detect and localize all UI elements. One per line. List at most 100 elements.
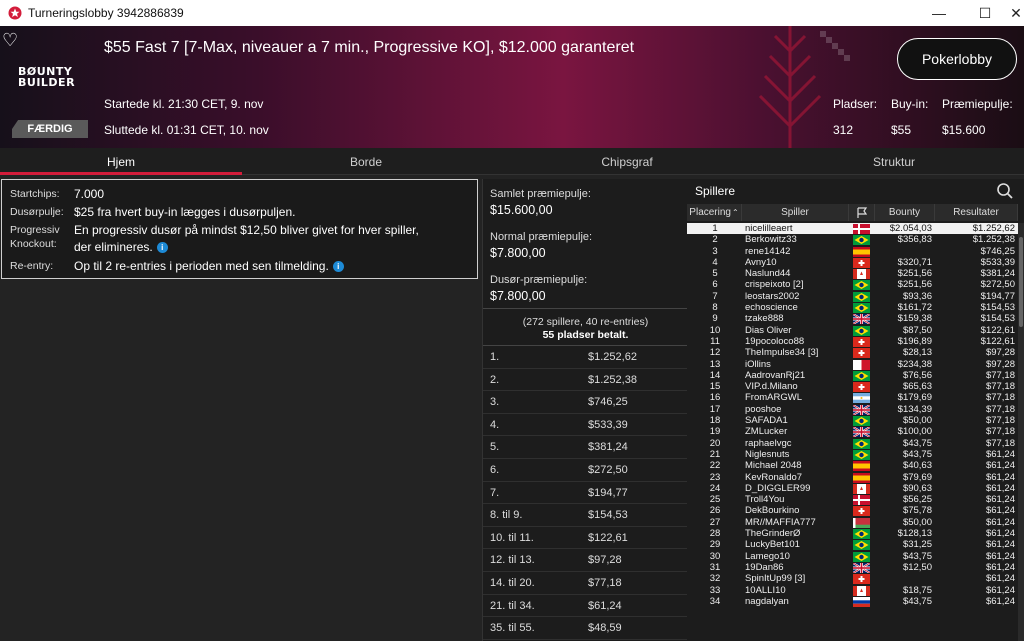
tab-structure[interactable]: Struktur [764, 148, 1024, 175]
player-row[interactable]: 32 SpinItUp99 [3] $61,24 [687, 573, 1018, 585]
player-name: MR//MAFFIA777 [745, 516, 816, 528]
player-row[interactable]: 26 DekBourkino $75,78 $61,24 [687, 505, 1018, 517]
player-row[interactable]: 8 echoscience $161,72 $154,53 [687, 302, 1018, 314]
player-result: $61,24 [985, 448, 1015, 460]
country-flag-icon [853, 246, 870, 257]
player-row[interactable]: 14 AadrovanRj21 $76,56 $77,18 [687, 370, 1018, 381]
player-row[interactable]: 3 rene14142 $746,25 [687, 246, 1018, 257]
player-row[interactable]: 13 iOllins $234,38 $97,28 [687, 359, 1018, 370]
player-row[interactable]: 9 tzake888 $159,38 $154,53 [687, 313, 1018, 325]
player-name: Naslund44 [745, 268, 791, 280]
player-row[interactable]: 7 leostars2002 $93,36 $194,77 [687, 291, 1018, 302]
favorite-heart-icon[interactable]: ♡ [2, 30, 18, 51]
minimize-button[interactable]: — [916, 0, 962, 26]
player-place: 12 [709, 347, 721, 359]
player-name: raphaelvgc [745, 437, 792, 449]
player-row[interactable]: 19 ZMLucker $100,00 $77,18 [687, 426, 1018, 438]
player-row[interactable]: 25 Troll4You $56,25 $61,24 [687, 494, 1018, 506]
player-row[interactable]: 28 TheGrinderØ $128,13 $61,24 [687, 528, 1018, 540]
player-name: ZMLucker [745, 426, 788, 438]
players-scrollbar[interactable] [1018, 223, 1024, 641]
players-column-header: Placering ⌃ Spiller Bounty Resultater [687, 204, 1018, 221]
player-row[interactable]: 16 FromARGWL $179,69 $77,18 [687, 392, 1018, 404]
tab-bar: Hjem Borde Chipsgraf Struktur [0, 148, 1024, 175]
player-row[interactable]: 27 MR//MAFFIA777 $50,00 $61,24 [687, 517, 1018, 528]
reentry-info-icon[interactable]: i [332, 261, 344, 272]
scrollbar-thumb[interactable] [1019, 237, 1023, 327]
country-flag-icon [853, 562, 870, 573]
seats-value: 312 [833, 123, 854, 137]
player-row[interactable]: 17 pooshoe $134,39 $77,18 [687, 404, 1018, 415]
player-row[interactable]: 5 Naslund44 $251,56 $381,24 [687, 268, 1018, 280]
paid-places: 55 pladser betalt. [542, 329, 629, 341]
player-row[interactable]: 31 19Dan86 $12,50 $61,24 [687, 562, 1018, 573]
tab-tables[interactable]: Borde [242, 148, 490, 175]
player-place: 27 [709, 516, 721, 528]
payout-list: 1. $1.252,62 2. $1.252,38 3. $746,25 4. $533,39… [483, 346, 688, 640]
payout-row: 21. til 34. $61,24 [483, 595, 688, 618]
col-placement[interactable]: Placering ⌃ [687, 204, 742, 221]
payout-amount: $48,59 [588, 622, 622, 635]
brand-line-2: BUILDER [18, 76, 76, 89]
player-row[interactable]: 30 Lamego10 $43,75 $61,24 [687, 551, 1018, 562]
player-place: 25 [709, 494, 721, 506]
poker-lobby-button[interactable]: Pokerlobby [897, 38, 1017, 80]
player-name: KevRonaldo7 [745, 471, 803, 483]
payout-place: 6. [490, 463, 500, 476]
player-place: 11 [710, 335, 720, 347]
payout-row: 12. til 13. $97,28 [483, 549, 688, 572]
player-place: 26 [709, 505, 721, 517]
player-row[interactable]: 10 Dias Oliver $87,50 $122,61 [687, 325, 1018, 336]
player-row[interactable]: 6 crispeixoto [2] $251,56 $272,50 [687, 279, 1018, 291]
search-icon[interactable] [996, 182, 1014, 200]
player-row[interactable]: 20 raphaelvgc $43,75 $77,18 [687, 438, 1018, 449]
title-bar: Turneringslobby 3942886839 — ☐ ✕ [0, 0, 1024, 26]
player-row[interactable]: 12 TheImpulse34 [3] $28,13 $97,28 [687, 347, 1018, 359]
country-flag-icon [853, 540, 870, 551]
payout-place: 1. [490, 351, 500, 363]
player-row[interactable]: 15 VIP.d.Milano $65,63 $77,18 [687, 381, 1018, 393]
payout-row: 2. $1.252,38 [483, 369, 688, 392]
player-bounty: $320,71 [897, 256, 932, 268]
player-name: SpinItUp99 [3] [745, 573, 806, 585]
player-row[interactable]: 33 10ALLI10 $18,75 $61,24 [687, 585, 1018, 596]
payout-place: 2. [490, 373, 500, 386]
player-row[interactable]: 29 LuckyBet101 $31,25 $61,24 [687, 539, 1018, 551]
pokerstars-logo-icon [8, 6, 22, 20]
player-row[interactable]: 1 nicelilleaert $2.054,03 $1.252,62 [687, 223, 1018, 235]
player-row[interactable]: 11 19pocoloco88 $196,89 $122,61 [687, 336, 1018, 347]
startchips-value: 7.000 [74, 187, 105, 201]
player-row[interactable]: 22 Michael 2048 $40,63 $61,24 [687, 460, 1018, 472]
close-button[interactable]: ✕ [978, 0, 1024, 26]
player-row[interactable]: 23 KevRonaldo7 $79,69 $61,24 [687, 472, 1018, 483]
player-name: iOllins [745, 358, 771, 370]
player-result: $97,28 [985, 358, 1015, 370]
bountypool-label: Dusørpulje: [10, 206, 64, 218]
player-place: 34 [709, 595, 721, 607]
country-flag-icon [853, 257, 870, 268]
status-badge: FÆRDIG [12, 120, 88, 138]
player-result: $77,18 [985, 415, 1015, 427]
player-row[interactable]: 4 Avny10 $320,71 $533,39 [687, 257, 1018, 268]
player-bounty: $50,00 [902, 415, 932, 427]
player-row[interactable]: 34 nagdalyan $43,75 $61,24 [687, 596, 1018, 607]
player-row[interactable]: 18 SAFADA1 $50,00 $77,18 [687, 415, 1018, 427]
col-player[interactable]: Spiller [742, 204, 849, 221]
player-row[interactable]: 24 D_DIGGLER99 $90,63 $61,24 [687, 483, 1018, 494]
col-flag[interactable] [849, 204, 875, 221]
col-bounty[interactable]: Bounty [875, 204, 935, 221]
tab-chip-graph[interactable]: Chipsgraf [490, 148, 764, 175]
player-place: 16 [709, 392, 721, 404]
pko-info-icon[interactable]: i [156, 242, 168, 253]
player-row[interactable]: 2 Berkowitz33 $356,83 $1.252,38 [687, 234, 1018, 246]
payout-place: 7. [490, 486, 500, 499]
player-row[interactable]: 21 Niglesnuts $43,75 $61,24 [687, 449, 1018, 460]
payout-row: 4. $533,39 [483, 414, 688, 437]
tournament-title: $55 Fast 7 [7-Max, niveauer a 7 min., Pr… [104, 39, 635, 56]
player-result: $77,18 [985, 381, 1015, 393]
payout-row: 5. $381,24 [483, 436, 688, 459]
col-results[interactable]: Resultater [935, 204, 1018, 221]
tab-home[interactable]: Hjem [0, 148, 242, 175]
players-header: Spillere [687, 179, 1024, 203]
player-place: 28 [709, 528, 721, 540]
